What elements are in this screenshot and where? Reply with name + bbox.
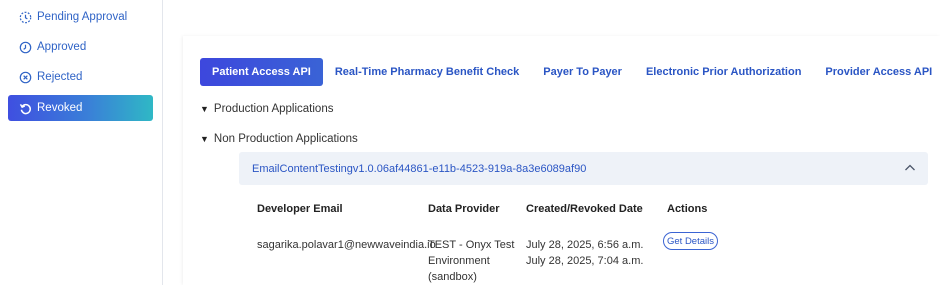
get-details-button[interactable]: Get Details bbox=[663, 232, 718, 250]
cell-data-provider: TEST - Onyx Test Environment (sandbox) bbox=[428, 237, 514, 285]
sidebar: Pending Approval Approved Rejected Revok… bbox=[0, 0, 163, 285]
sidebar-item-label: Approved bbox=[37, 41, 87, 53]
application-accordion-header[interactable]: EmailContentTestingv1.0.06af44861-e11b-4… bbox=[239, 152, 928, 185]
provider-line: Environment bbox=[428, 255, 490, 267]
non-production-applications-toggle[interactable]: ▼ Non Production Applications bbox=[200, 133, 358, 145]
main-panel: Patient Access API Real-Time Pharmacy Be… bbox=[183, 36, 940, 285]
sidebar-item-label: Revoked bbox=[37, 102, 83, 114]
revoked-date: July 28, 2025, 7:04 a.m. bbox=[526, 255, 644, 267]
app-root: Pending Approval Approved Rejected Revok… bbox=[0, 0, 940, 285]
sidebar-item-pending-approval[interactable]: Pending Approval bbox=[8, 4, 153, 30]
tab-payer-to-payer[interactable]: Payer To Payer bbox=[531, 58, 634, 86]
header-data-provider: Data Provider bbox=[428, 203, 500, 215]
section-label: Non Production Applications bbox=[213, 133, 358, 145]
sidebar-item-rejected[interactable]: Rejected bbox=[8, 64, 153, 90]
cell-created-revoked-date: July 28, 2025, 6:56 a.m. July 28, 2025, … bbox=[526, 237, 643, 269]
cell-developer-email: sagarika.polavar1@newwaveindia.io bbox=[257, 239, 436, 251]
revoke-arrow-icon bbox=[18, 101, 32, 115]
header-developer-email: Developer Email bbox=[257, 203, 343, 215]
section-label: Production Applications bbox=[213, 103, 334, 115]
tab-electronic-prior-authorization[interactable]: Electronic Prior Authorization bbox=[634, 58, 813, 86]
rejected-x-circle-icon bbox=[18, 70, 32, 84]
application-name: EmailContentTestingv1.0.06af44861-e11b-4… bbox=[252, 162, 587, 175]
chevron-up-icon[interactable] bbox=[904, 162, 916, 174]
created-date: July 28, 2025, 6:56 a.m. bbox=[526, 239, 644, 251]
clock-dashed-icon bbox=[18, 10, 32, 24]
sidebar-item-label: Rejected bbox=[37, 71, 83, 83]
header-created-revoked-date: Created/Revoked Date bbox=[526, 203, 643, 215]
tab-provider-access-api[interactable]: Provider Access API bbox=[813, 58, 940, 86]
caret-down-icon: ▼ bbox=[200, 134, 209, 144]
provider-line: (sandbox) bbox=[428, 271, 477, 283]
header-actions: Actions bbox=[667, 203, 708, 215]
production-applications-toggle[interactable]: ▼ Production Applications bbox=[200, 103, 333, 115]
sidebar-item-label: Pending Approval bbox=[37, 11, 128, 23]
api-tabs: Patient Access API Real-Time Pharmacy Be… bbox=[200, 58, 940, 86]
sidebar-item-revoked[interactable]: Revoked bbox=[8, 95, 153, 121]
caret-down-icon: ▼ bbox=[200, 104, 209, 114]
sidebar-item-approved[interactable]: Approved bbox=[8, 34, 153, 60]
provider-line: TEST - Onyx Test bbox=[428, 239, 515, 251]
tab-patient-access-api[interactable]: Patient Access API bbox=[200, 58, 323, 86]
tab-real-time-pharmacy-benefit-check[interactable]: Real-Time Pharmacy Benefit Check bbox=[323, 58, 531, 86]
approved-clock-icon bbox=[18, 40, 32, 54]
